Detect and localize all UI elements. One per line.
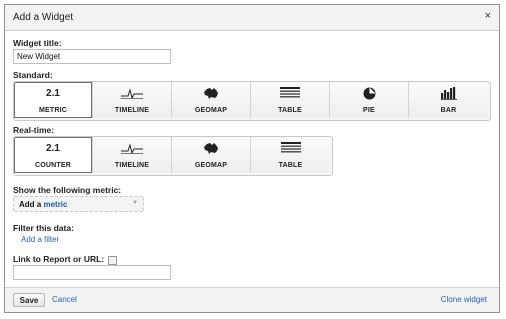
button-caption: TIMELINE [114, 162, 150, 169]
standard-label: Standard: [13, 70, 53, 80]
button-caption: GEOMAP [194, 107, 228, 114]
link-report-label: Link to Report or URL: [13, 254, 105, 264]
button-caption: PIE [363, 107, 375, 114]
dropdown-metric-link: metric [43, 200, 68, 209]
button-caption: BAR [440, 107, 457, 114]
realtime-label: Real-time: [13, 125, 55, 135]
standard-pie-button[interactable]: PIE [330, 82, 409, 118]
dialog-title: Add a Widget [13, 12, 74, 23]
dropdown-text: Add a metric [19, 200, 67, 209]
standard-bar-button[interactable]: BAR [409, 82, 488, 118]
save-button[interactable]: Save [13, 293, 45, 307]
geomap-icon [172, 141, 250, 155]
add-filter-link[interactable]: Add a filter [21, 235, 59, 244]
close-icon[interactable]: × [485, 10, 491, 22]
standard-metric-button[interactable]: 2.1 METRIC [14, 82, 93, 118]
table-icon [251, 86, 329, 100]
standard-table-button[interactable]: TABLE [251, 82, 330, 118]
filter-label: Filter this data: [13, 223, 74, 233]
link-report-input[interactable] [13, 265, 171, 280]
metric-dropdown[interactable]: Add a metric ▼ [13, 196, 144, 212]
add-widget-dialog: Add a Widget × Widget title: New Widget … [4, 4, 500, 313]
clone-widget-link[interactable]: Clone widget [441, 295, 487, 304]
widget-title-label: Widget title: [13, 38, 62, 48]
realtime-counter-button[interactable]: 2.1 COUNTER [14, 137, 93, 173]
counter-icon: 2.1 [46, 142, 60, 154]
geomap-icon [172, 86, 250, 100]
table-icon [251, 141, 330, 155]
dialog-titlebar: Add a Widget × [5, 5, 499, 31]
realtime-button-group: 2.1 COUNTER TIMELINE GEOMAP TABLE [13, 136, 333, 176]
timeline-icon [93, 86, 171, 100]
standard-geomap-button[interactable]: GEOMAP [172, 82, 251, 118]
standard-button-group: 2.1 METRIC TIMELINE GEOMAP TABLE PIE BAR [13, 81, 491, 121]
metric-label: Show the following metric: [13, 185, 122, 195]
dialog-footer: Save Cancel Clone widget [5, 287, 499, 312]
button-caption: TIMELINE [114, 107, 150, 114]
metric-icon: 2.1 [46, 87, 60, 99]
standard-timeline-button[interactable]: TIMELINE [93, 82, 172, 118]
info-icon[interactable] [108, 256, 117, 265]
chevron-down-icon: ▼ [132, 200, 138, 206]
realtime-table-button[interactable]: TABLE [251, 137, 330, 173]
timeline-icon [93, 141, 171, 155]
realtime-timeline-button[interactable]: TIMELINE [93, 137, 172, 173]
dropdown-prefix: Add a [19, 200, 42, 209]
pie-icon [330, 86, 408, 100]
cancel-link[interactable]: Cancel [52, 295, 77, 304]
button-caption: TABLE [278, 107, 302, 114]
button-caption: TABLE [278, 162, 303, 169]
bar-icon [409, 86, 488, 100]
realtime-geomap-button[interactable]: GEOMAP [172, 137, 251, 173]
widget-title-input[interactable]: New Widget [13, 49, 171, 64]
button-caption: GEOMAP [194, 162, 228, 169]
button-caption: COUNTER [34, 162, 71, 169]
button-caption: METRIC [38, 107, 68, 114]
